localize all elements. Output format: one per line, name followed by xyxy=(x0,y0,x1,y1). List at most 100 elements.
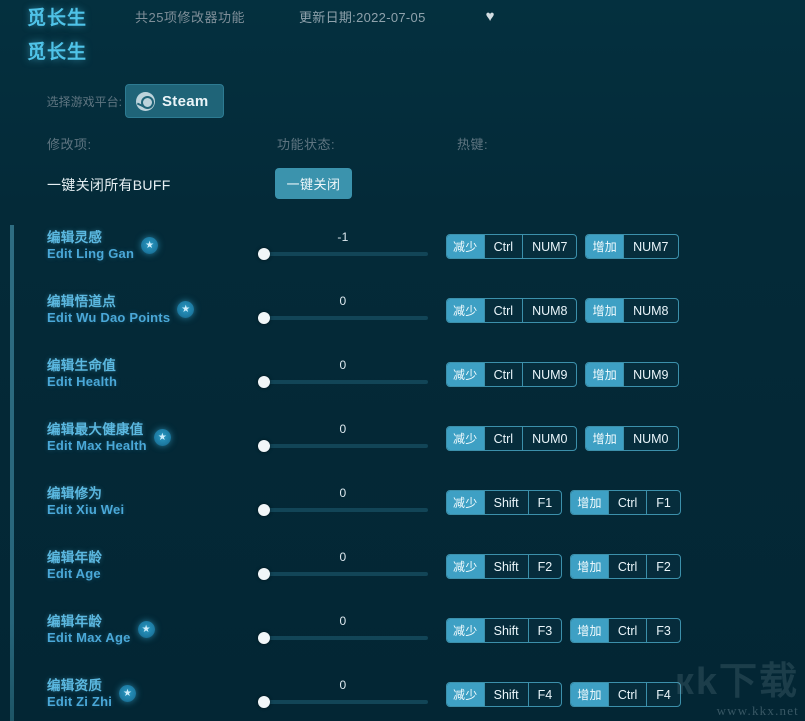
increase-hotkey-binding[interactable]: 增加 Ctrl F1 xyxy=(570,490,681,515)
column-headers: 修改项: 功能状态: 热键: xyxy=(0,134,805,154)
slider-knob[interactable] xyxy=(258,632,270,644)
decrease-hotkey-binding[interactable]: 减少 Ctrl NUM7 xyxy=(446,234,578,259)
slider-track[interactable] xyxy=(258,504,428,516)
decrease-key-cap[interactable]: NUM0 xyxy=(522,427,576,450)
decrease-hotkey-binding[interactable]: 减少 Ctrl NUM0 xyxy=(446,426,578,451)
cheat-name-en: Edit Age xyxy=(47,566,101,582)
hotkey-group: 减少 Shift F3 增加 Ctrl F3 xyxy=(446,618,681,643)
decrease-key-cap[interactable]: NUM9 xyxy=(522,363,576,386)
increase-action-label[interactable]: 增加 xyxy=(586,363,624,386)
increase-action-label[interactable]: 增加 xyxy=(571,683,608,706)
all-buff-off-button[interactable]: 一键关闭 xyxy=(275,168,352,199)
increase-key-cap[interactable]: F1 xyxy=(646,491,680,514)
increase-key-cap[interactable]: NUM0 xyxy=(623,427,677,450)
decrease-hotkey-binding[interactable]: 减少 Shift F2 xyxy=(446,554,563,579)
star-icon[interactable]: ★ xyxy=(153,429,171,447)
slider-value-label: -1 xyxy=(337,230,349,244)
decrease-key-cap[interactable]: NUM8 xyxy=(522,299,576,322)
all-buff-off-row: 一键关闭所有BUFF 一键关闭 xyxy=(0,168,805,208)
cheat-name-text: 编辑资质 Edit Zi Zhi xyxy=(47,677,112,711)
decrease-action-label[interactable]: 减少 xyxy=(447,235,484,258)
increase-hotkey-binding[interactable]: 增加 Ctrl F4 xyxy=(570,682,681,707)
increase-key-cap[interactable]: Ctrl xyxy=(607,619,646,642)
decrease-key-cap[interactable]: Shift xyxy=(483,619,528,642)
slider-track[interactable] xyxy=(258,568,428,580)
cheat-name-cn: 编辑最大健康值 xyxy=(47,422,144,437)
slider-track[interactable] xyxy=(258,632,428,644)
decrease-action-label[interactable]: 减少 xyxy=(447,299,484,322)
decrease-key-cap[interactable]: F2 xyxy=(527,555,562,578)
increase-hotkey-binding[interactable]: 增加 NUM0 xyxy=(585,426,679,451)
star-icon[interactable]: ★ xyxy=(177,301,195,319)
increase-action-label[interactable]: 增加 xyxy=(571,619,608,642)
increase-key-cap[interactable]: F3 xyxy=(646,619,680,642)
increase-hotkey-binding[interactable]: 增加 NUM7 xyxy=(585,234,679,259)
slider-knob[interactable] xyxy=(258,376,270,388)
increase-key-cap[interactable]: Ctrl xyxy=(607,683,646,706)
increase-key-cap[interactable]: F4 xyxy=(646,683,680,706)
decrease-hotkey-binding[interactable]: 减少 Shift F4 xyxy=(446,682,563,707)
decrease-action-label[interactable]: 减少 xyxy=(447,491,484,514)
decrease-action-label[interactable]: 减少 xyxy=(447,427,484,450)
slider-knob[interactable] xyxy=(258,568,270,580)
slider-knob[interactable] xyxy=(258,696,270,708)
decrease-hotkey-binding[interactable]: 减少 Shift F1 xyxy=(446,490,563,515)
cheat-row: 编辑年龄Edit Age★0减少ShiftF2增加CtrlF2 xyxy=(0,542,805,606)
decrease-key-cap[interactable]: Shift xyxy=(483,555,528,578)
decrease-action-label[interactable]: 减少 xyxy=(447,683,484,706)
increase-key-cap[interactable]: Ctrl xyxy=(607,555,646,578)
decrease-action-label[interactable]: 减少 xyxy=(447,619,484,642)
decrease-key-cap[interactable]: Ctrl xyxy=(483,427,522,450)
star-icon[interactable]: ★ xyxy=(119,685,137,703)
increase-hotkey-binding[interactable]: 增加 NUM8 xyxy=(585,298,679,323)
slider-track[interactable] xyxy=(258,376,428,388)
decrease-key-cap[interactable]: F4 xyxy=(527,683,562,706)
increase-action-label[interactable]: 增加 xyxy=(571,555,608,578)
slider-track[interactable] xyxy=(258,312,428,324)
increase-hotkey-binding[interactable]: 增加 Ctrl F2 xyxy=(570,554,681,579)
increase-key-cap[interactable]: NUM9 xyxy=(623,363,677,386)
increase-key-cap[interactable]: NUM7 xyxy=(623,235,677,258)
decrease-key-cap[interactable]: NUM7 xyxy=(522,235,576,258)
increase-action-label[interactable]: 增加 xyxy=(571,491,608,514)
value-slider-group: 0 xyxy=(258,422,428,452)
increase-key-cap[interactable]: F2 xyxy=(646,555,680,578)
slider-track[interactable] xyxy=(258,248,428,260)
decrease-key-cap[interactable]: F3 xyxy=(527,619,562,642)
slider-track[interactable] xyxy=(258,696,428,708)
increase-key-cap[interactable]: Ctrl xyxy=(607,491,646,514)
slider-knob[interactable] xyxy=(258,440,270,452)
increase-action-label[interactable]: 增加 xyxy=(586,235,624,258)
value-slider-group: 0 xyxy=(258,614,428,644)
slider-knob[interactable] xyxy=(258,312,270,324)
increase-hotkey-binding[interactable]: 增加 NUM9 xyxy=(585,362,679,387)
star-icon[interactable]: ★ xyxy=(137,621,155,639)
decrease-hotkey-binding[interactable]: 减少 Shift F3 xyxy=(446,618,563,643)
cheat-name-group: 编辑生命值Edit Health★ xyxy=(47,357,141,391)
decrease-key-cap[interactable]: F1 xyxy=(527,491,562,514)
decrease-action-label[interactable]: 减少 xyxy=(447,363,484,386)
cheat-row: 编辑资质 Edit Zi Zhi ★ 0 减少 Shift F4 增加 Ctrl F4 xyxy=(0,670,805,721)
decrease-action-label[interactable]: 减少 xyxy=(447,555,484,578)
decrease-hotkey-binding[interactable]: 减少 Ctrl NUM9 xyxy=(446,362,578,387)
cheat-name-group: 编辑年龄Edit Age★ xyxy=(47,549,126,583)
decrease-hotkey-binding[interactable]: 减少 Ctrl NUM8 xyxy=(446,298,578,323)
heart-icon[interactable]: ♥ xyxy=(486,9,495,24)
decrease-key-cap[interactable]: Shift xyxy=(483,683,528,706)
slider-track[interactable] xyxy=(258,440,428,452)
app-title: 觅长生 xyxy=(27,8,88,29)
platform-steam-button[interactable]: Steam xyxy=(125,84,224,118)
increase-hotkey-binding[interactable]: 增加 Ctrl F3 xyxy=(570,618,681,643)
decrease-key-cap[interactable]: Ctrl xyxy=(483,235,522,258)
decrease-key-cap[interactable]: Shift xyxy=(483,491,528,514)
slider-knob[interactable] xyxy=(258,504,270,516)
increase-key-cap[interactable]: NUM8 xyxy=(623,299,677,322)
increase-action-label[interactable]: 增加 xyxy=(586,299,624,322)
star-icon[interactable]: ★ xyxy=(141,237,159,255)
decrease-key-cap[interactable]: Ctrl xyxy=(483,299,522,322)
increase-action-label[interactable]: 增加 xyxy=(586,427,624,450)
cheat-row: 编辑生命值Edit Health★0减少CtrlNUM9增加NUM9 xyxy=(0,350,805,414)
slider-knob[interactable] xyxy=(258,248,270,260)
cheat-name-group: 编辑年龄 Edit Max Age ★ xyxy=(47,613,155,647)
decrease-key-cap[interactable]: Ctrl xyxy=(483,363,522,386)
